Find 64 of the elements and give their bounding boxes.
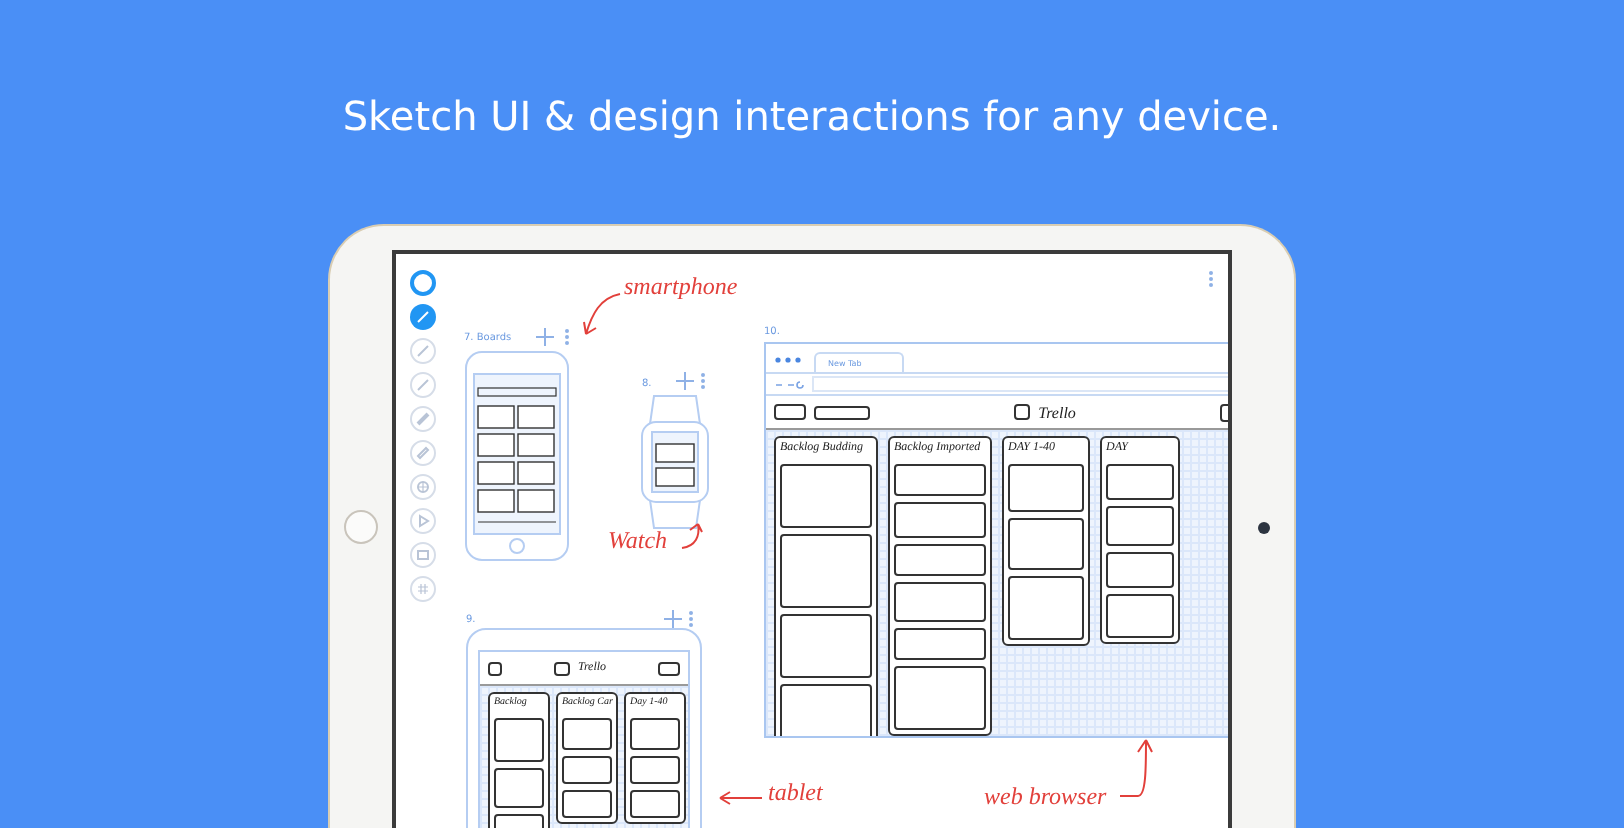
arrow-icon	[1118, 736, 1154, 800]
card-sketch	[630, 789, 680, 817]
tool-button[interactable]	[409, 270, 435, 296]
pen-icon	[415, 310, 429, 324]
app-title: Trello	[1038, 403, 1076, 421]
handwritten-note: web browser	[984, 782, 1107, 812]
logo-sketch	[1014, 404, 1031, 420]
more-icon[interactable]	[700, 372, 706, 390]
card-sketch	[894, 501, 986, 538]
card-sketch	[630, 755, 680, 783]
card-sketch	[1106, 593, 1174, 638]
menu-sketch	[488, 661, 502, 675]
image-icon	[415, 548, 429, 562]
card-sketch	[1106, 505, 1174, 546]
card-sketch	[562, 717, 612, 749]
pen-icon	[415, 412, 429, 426]
window-controls-icon	[774, 356, 802, 364]
card-sketch	[894, 665, 986, 730]
pen-icon	[415, 378, 429, 392]
more-icon[interactable]	[688, 610, 694, 628]
move-icon[interactable]	[664, 610, 682, 628]
more-icon[interactable]	[1208, 270, 1214, 288]
handwritten-note: smartphone	[624, 272, 738, 302]
card-sketch	[894, 581, 986, 622]
card-sketch	[780, 463, 872, 528]
search-sketch	[814, 405, 870, 419]
card-sketch	[562, 755, 612, 783]
card-sketch	[1008, 575, 1084, 640]
card-sketch	[1008, 463, 1084, 512]
grid-icon	[415, 582, 429, 596]
move-icon[interactable]	[676, 372, 694, 390]
home-button[interactable]	[344, 510, 378, 544]
arrow-icon	[580, 290, 624, 338]
headline: Sketch UI & design interactions for any device.	[342, 90, 1282, 144]
arrow-icon	[680, 520, 704, 552]
card-sketch	[494, 767, 544, 807]
arrow-icon	[716, 790, 764, 806]
add-sketch	[658, 661, 680, 675]
card-sketch	[1106, 463, 1174, 500]
card-sketch	[894, 543, 986, 576]
handwritten-note: tablet	[768, 778, 823, 808]
card-sketch	[894, 627, 986, 660]
tool-button[interactable]	[409, 304, 435, 330]
card-sketch	[780, 533, 872, 608]
card-sketch	[1008, 517, 1084, 570]
camera-dot	[1257, 521, 1269, 533]
logo-sketch	[774, 404, 806, 420]
logo-sketch	[553, 661, 570, 675]
shapes-icon	[415, 480, 429, 494]
card-sketch	[630, 717, 680, 749]
card-sketch	[562, 789, 612, 817]
card-sketch	[494, 717, 544, 761]
address-field[interactable]	[812, 376, 1228, 392]
watch-sketch-drawing	[638, 394, 712, 530]
eraser-icon	[415, 446, 429, 460]
move-icon[interactable]	[536, 328, 554, 346]
pen-icon	[415, 344, 429, 358]
card-sketch	[1106, 551, 1174, 588]
play-icon	[415, 514, 429, 528]
card-sketch	[894, 463, 986, 496]
more-icon[interactable]	[564, 328, 570, 346]
handwritten-note: Watch	[608, 526, 668, 556]
navigation-icon	[774, 379, 806, 389]
card-sketch	[780, 613, 872, 678]
